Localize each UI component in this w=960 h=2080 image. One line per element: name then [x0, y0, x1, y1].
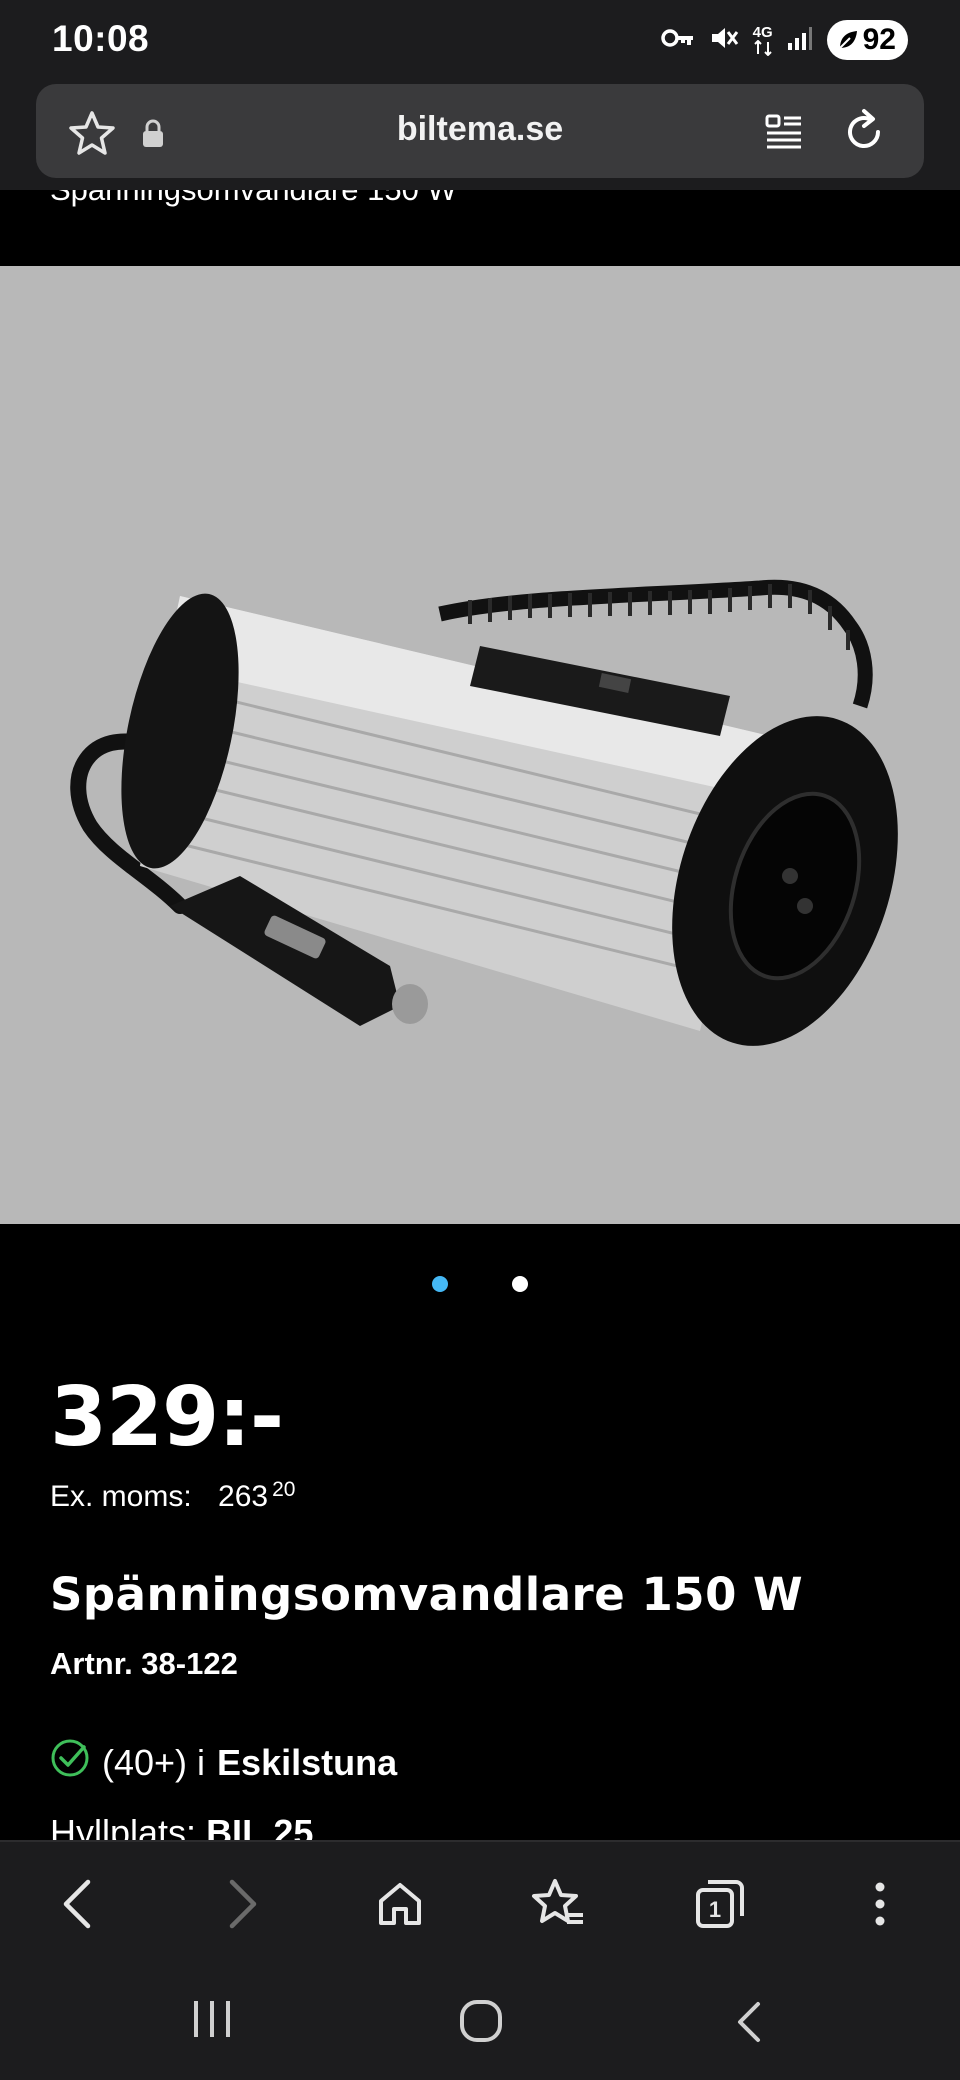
- status-time: 10:08: [52, 18, 150, 59]
- browser-bottom-nav: 1: [0, 1840, 960, 1964]
- network-label: 4G: [752, 23, 773, 41]
- mute-icon: [709, 23, 739, 58]
- browser-toolbar: biltema.se: [0, 80, 960, 190]
- sticky-product-title: Spänningsomvandlare 150 W: [50, 190, 457, 208]
- status-icons: 4G 92: [660, 14, 908, 66]
- tab-count: 1: [709, 1897, 721, 1922]
- shelf-value: BIL 25: [206, 1812, 314, 1840]
- check-circle-icon: [50, 1738, 90, 1787]
- forward-icon[interactable]: [214, 1876, 270, 1932]
- recent-apps-icon[interactable]: [190, 1998, 234, 2045]
- stock-count: (40+) i: [102, 1741, 206, 1783]
- system-nav-bar: [0, 1962, 960, 2080]
- more-menu-icon[interactable]: [852, 1876, 908, 1932]
- article-number: Artnr. 38-122: [50, 1646, 238, 1681]
- battery-level: 92: [862, 23, 896, 56]
- power-inverter-illustration: [70, 579, 898, 1046]
- carousel-dot-2[interactable]: [512, 1276, 528, 1292]
- system-back-icon[interactable]: [732, 2000, 766, 2049]
- shelf-location: Hyllplats: BIL 25: [50, 1812, 313, 1840]
- product-title: Spänningsomvandlare 150 W: [50, 1568, 804, 1621]
- vpn-key-icon: [660, 27, 695, 54]
- network-4g-icon: 4G: [753, 25, 773, 56]
- stock-status[interactable]: (40+) i Eskilstuna: [50, 1738, 397, 1787]
- home-icon[interactable]: [372, 1876, 428, 1932]
- carousel-indicator[interactable]: [0, 1276, 960, 1306]
- product-image[interactable]: [0, 266, 960, 1224]
- ex-vat-decimals: 20: [272, 1478, 296, 1501]
- carousel-dot-1[interactable]: [432, 1276, 448, 1292]
- signal-icon: [787, 25, 813, 56]
- ex-vat-value: 263: [218, 1480, 269, 1513]
- stock-store-link[interactable]: Eskilstuna: [217, 1742, 397, 1784]
- back-icon[interactable]: [50, 1876, 106, 1932]
- web-content: Spänningsomvandlare 150 W: [0, 190, 960, 1840]
- tabs-icon[interactable]: 1: [692, 1876, 748, 1932]
- ex-vat-label: Ex. moms:: [50, 1480, 192, 1513]
- address-bar[interactable]: biltema.se: [36, 84, 924, 178]
- product-price: 329:-: [50, 1370, 284, 1465]
- home-button-icon[interactable]: [458, 1998, 504, 2049]
- refresh-icon[interactable]: [840, 108, 888, 161]
- price-ex-vat: Ex. moms: 263 20: [50, 1478, 296, 1514]
- reader-mode-icon[interactable]: [764, 112, 804, 157]
- shelf-label: Hyllplats:: [50, 1812, 197, 1840]
- status-bar: 10:08 4G 92: [0, 0, 960, 80]
- bookmarks-icon[interactable]: [530, 1876, 586, 1932]
- battery-icon: 92: [826, 20, 908, 60]
